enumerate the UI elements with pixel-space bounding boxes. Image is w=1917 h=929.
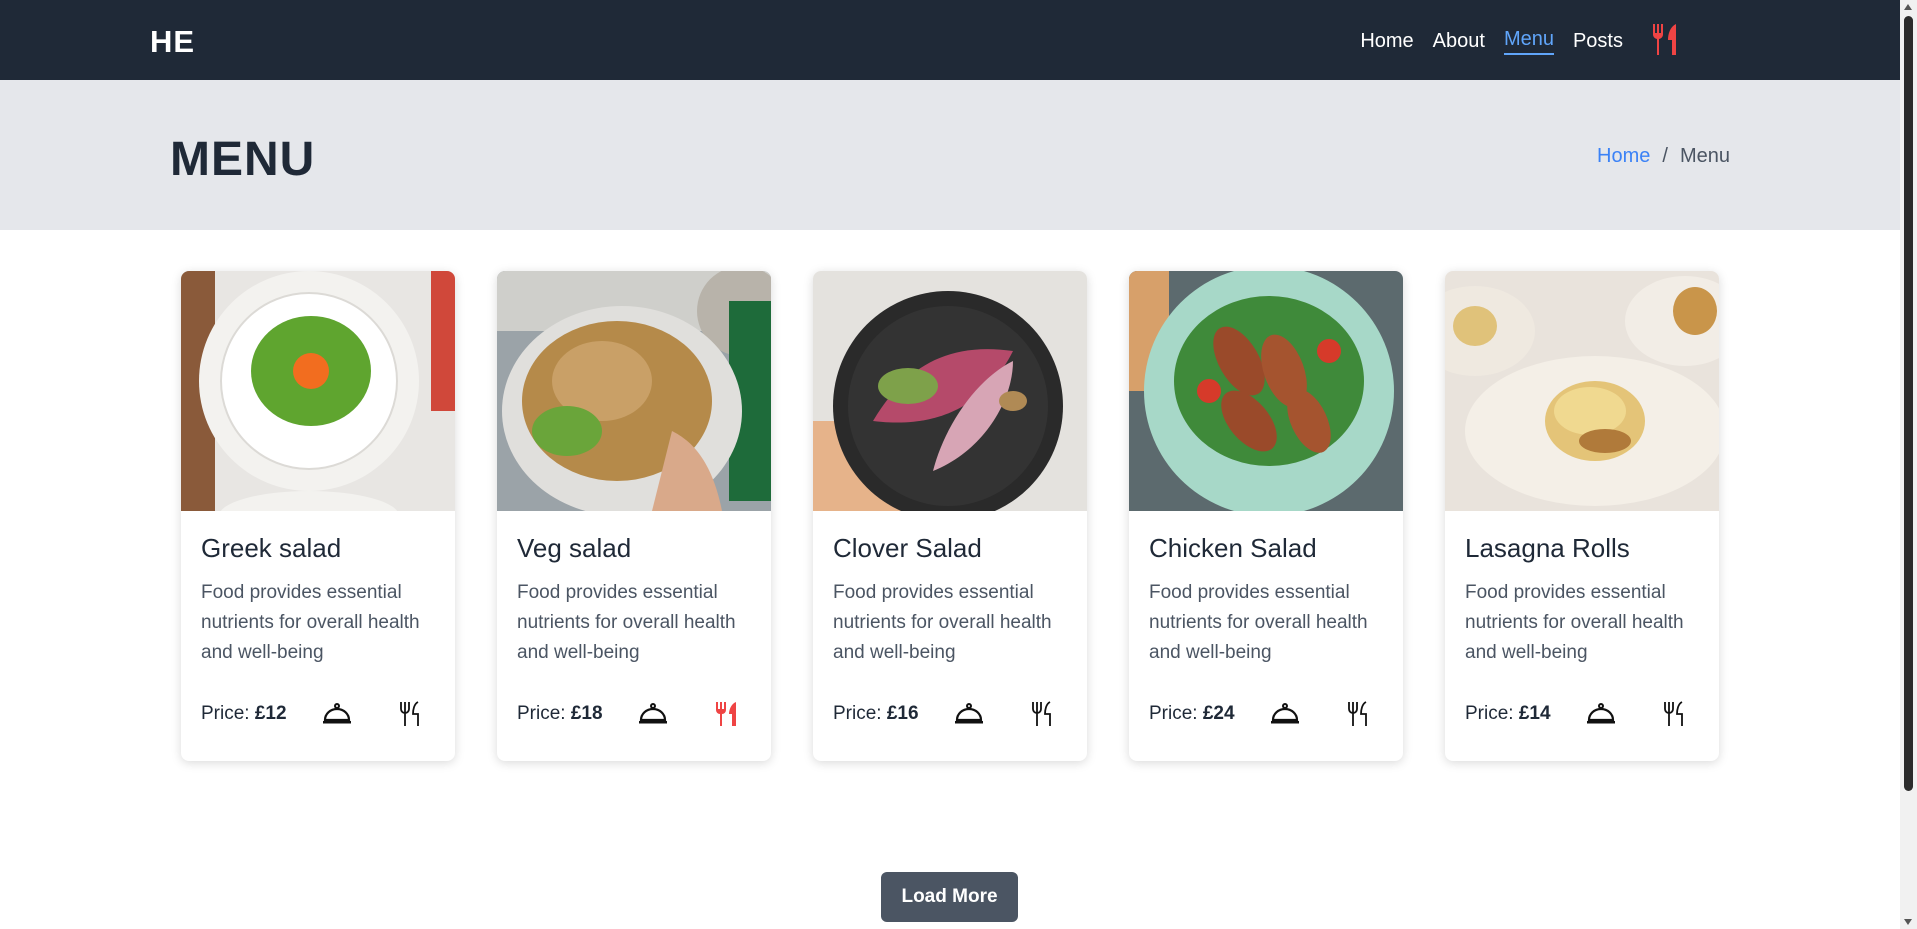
main-nav: Home About Menu Posts: [1360, 24, 1680, 56]
card-description: Food provides essential nutrients for ov…: [1149, 582, 1368, 663]
menu-card-grid: Greek salad Food provides essential nutr…: [181, 271, 1719, 761]
food-image: [181, 271, 455, 511]
food-image: [497, 271, 771, 511]
card-price: Price: £18: [517, 703, 603, 724]
breadcrumb-separator: /: [1662, 145, 1668, 167]
fork-knife-icon[interactable]: [1022, 699, 1062, 729]
card-title: Greek salad: [201, 533, 342, 563]
card-price: Price: £16: [833, 703, 919, 724]
fork-knife-icon[interactable]: [1654, 699, 1694, 729]
fork-knife-icon[interactable]: [706, 699, 746, 729]
card-description: Food provides essential nutrients for ov…: [833, 582, 1052, 663]
card-title: Chicken Salad: [1149, 533, 1317, 563]
serving-cloche-icon[interactable]: [317, 699, 357, 729]
menu-card[interactable]: Veg salad Food provides essential nutrie…: [497, 271, 771, 761]
menu-card[interactable]: Greek salad Food provides essential nutr…: [181, 271, 455, 761]
page-title: MENU: [170, 133, 316, 186]
menu-card[interactable]: Clover Salad Food provides essential nut…: [813, 271, 1087, 761]
breadcrumb-home[interactable]: Home: [1597, 145, 1650, 168]
card-title: Clover Salad: [833, 533, 982, 563]
food-image: [813, 271, 1087, 511]
card-description: Food provides essential nutrients for ov…: [1465, 582, 1684, 663]
navbar: HE Home About Menu Posts: [0, 0, 1900, 80]
card-description: Food provides essential nutrients for ov…: [201, 582, 420, 663]
serving-cloche-icon[interactable]: [1265, 699, 1305, 729]
scroll-up-arrow-icon[interactable]: [1904, 4, 1912, 10]
nav-about[interactable]: About: [1433, 29, 1485, 53]
card-title: Lasagna Rolls: [1465, 533, 1630, 563]
breadcrumb: Home / Menu: [1597, 145, 1730, 168]
food-image: [1129, 271, 1403, 511]
nav-menu[interactable]: Menu: [1503, 27, 1554, 55]
card-price: Price: £14: [1465, 703, 1551, 724]
load-more-button[interactable]: Load More: [881, 872, 1018, 922]
page-header: MENU Home / Menu: [0, 80, 1900, 230]
nav-home[interactable]: Home: [1360, 29, 1413, 53]
fork-knife-icon[interactable]: [1650, 22, 1680, 56]
scrollbar-thumb[interactable]: [1904, 16, 1913, 791]
serving-cloche-icon[interactable]: [949, 699, 989, 729]
menu-card[interactable]: Lasagna Rolls Food provides essential nu…: [1445, 271, 1719, 761]
serving-cloche-icon[interactable]: [633, 699, 673, 729]
menu-card[interactable]: Chicken Salad Food provides essential nu…: [1129, 271, 1403, 761]
card-price: Price: £24: [1149, 703, 1235, 724]
breadcrumb-current: Menu: [1679, 145, 1730, 167]
fork-knife-icon[interactable]: [1338, 699, 1378, 729]
card-description: Food provides essential nutrients for ov…: [517, 582, 736, 663]
fork-knife-icon[interactable]: [390, 699, 430, 729]
scrollbar[interactable]: [1900, 0, 1917, 929]
card-price: Price: £12: [201, 703, 287, 724]
nav-posts[interactable]: Posts: [1573, 29, 1623, 53]
serving-cloche-icon[interactable]: [1581, 699, 1621, 729]
scroll-down-arrow-icon[interactable]: [1904, 919, 1912, 925]
card-title: Veg salad: [517, 533, 632, 563]
brand-logo[interactable]: HE: [150, 24, 195, 60]
food-image: [1445, 271, 1719, 511]
